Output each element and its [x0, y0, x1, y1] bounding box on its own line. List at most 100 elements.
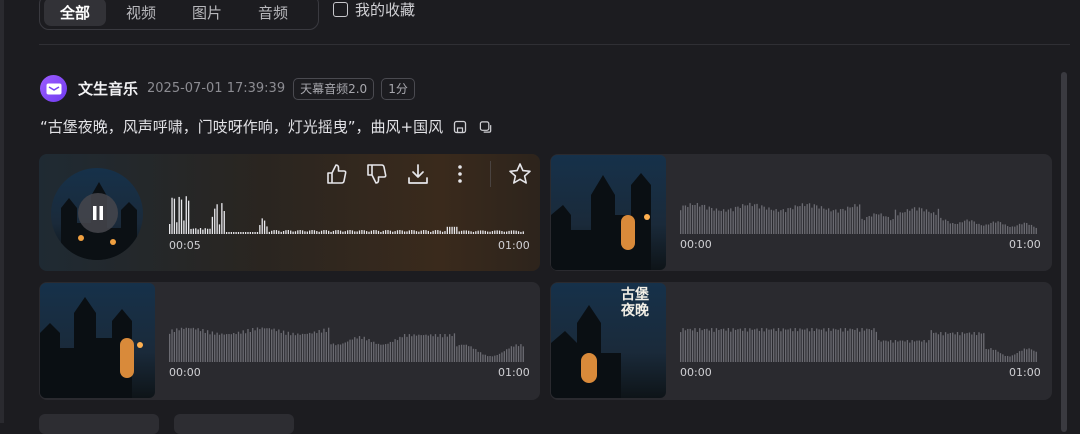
waveform-bar [275, 230, 278, 234]
waveform-bar [870, 216, 873, 234]
waveform-bar [749, 202, 751, 234]
waveform[interactable] [680, 194, 1038, 234]
waveform-bar [339, 344, 342, 362]
waveform-bar [477, 351, 479, 362]
more-icon[interactable] [448, 162, 472, 186]
copy-icon[interactable] [479, 120, 493, 134]
waveform-bar [266, 226, 268, 234]
waveform-bar [944, 219, 947, 234]
track-end-time: 01:00 [498, 239, 530, 252]
waveform-bar [684, 205, 687, 234]
waveform-bar [180, 327, 183, 362]
waveform-bar [285, 230, 287, 234]
waveform-bar [749, 328, 751, 362]
favorites-checkbox[interactable]: 我的收藏 [333, 0, 415, 20]
waveform[interactable] [169, 322, 525, 362]
waveform-bar [923, 340, 925, 362]
waveform-bar [225, 334, 228, 362]
waveform-bar [342, 231, 344, 234]
waveform-bar [273, 230, 275, 234]
download-icon[interactable] [406, 162, 430, 186]
waveform-bar [328, 230, 330, 234]
waveform-bar [173, 198, 176, 234]
waveform-bar [479, 352, 482, 362]
waveform-bar [975, 335, 978, 362]
waveform-bar [370, 230, 373, 234]
more-filter-chip[interactable] [174, 414, 294, 434]
waveform-bar [878, 340, 880, 362]
waveform-bar [389, 230, 392, 234]
thumbs-down-icon[interactable] [365, 162, 389, 186]
waveform-bar [233, 232, 235, 234]
toolbar-divider [490, 161, 491, 187]
waveform-bar [406, 336, 408, 362]
waveform-bar [904, 341, 906, 362]
waveform-bar [489, 356, 491, 362]
waveform-bar [794, 205, 796, 234]
waveform-bar [827, 208, 830, 234]
waveform-bar [415, 335, 418, 362]
waveform-bar [856, 206, 858, 234]
tab-all[interactable]: 全部 [44, 0, 107, 26]
scrollbar-thumb[interactable] [1061, 72, 1067, 432]
more-filter-chip[interactable] [39, 414, 159, 434]
waveform-bar [297, 333, 299, 362]
waveform-bar [720, 329, 722, 362]
waveform-bar [183, 328, 185, 362]
waveform-bar [701, 204, 703, 234]
waveform-bar [204, 332, 206, 362]
pause-button[interactable] [78, 193, 118, 233]
waveform-bar [520, 344, 522, 362]
waveform-bar [699, 328, 701, 362]
star-icon[interactable] [508, 162, 532, 186]
waveform-bar [403, 334, 406, 362]
waveform-bar [240, 333, 242, 362]
track-card[interactable]: 00:00 01:00 [550, 154, 1052, 271]
waveform-bar [392, 341, 394, 362]
waveform-bar [813, 331, 815, 362]
waveform-bar [892, 342, 894, 362]
waveform-bar [214, 208, 216, 234]
waveform-bar [337, 344, 339, 362]
waveform-bar [434, 230, 437, 234]
tab-image[interactable]: 图片 [176, 0, 238, 26]
waveform-bar [278, 329, 280, 362]
waveform-bar [354, 337, 356, 362]
waveform-bar [730, 331, 732, 362]
waveform-bar [494, 230, 496, 234]
waveform-bar [761, 205, 763, 234]
tab-video[interactable]: 视频 [110, 0, 172, 26]
waveform-bar [1023, 348, 1025, 362]
waveform-bar [897, 215, 899, 234]
waveform[interactable] [169, 194, 525, 234]
waveform-bar [839, 328, 842, 362]
waveform-bar [868, 329, 870, 362]
waveform-bar [282, 330, 285, 362]
waveform-bar [387, 230, 389, 234]
track-card[interactable]: 00:00 01:00 [39, 282, 540, 400]
waveform-bar [422, 230, 425, 234]
waveform-bar [722, 328, 725, 362]
waveform-bar [304, 231, 306, 234]
waveform-bar [756, 328, 758, 362]
thumbs-up-icon[interactable] [325, 162, 349, 186]
track-toolbar [325, 160, 532, 188]
checkbox-icon[interactable] [333, 2, 348, 17]
tab-audio[interactable]: 音频 [242, 0, 304, 26]
waveform-bar [921, 341, 923, 362]
waveform-bar [510, 230, 513, 234]
waveform[interactable] [680, 322, 1038, 362]
waveform-bar [259, 329, 261, 362]
waveform-bar [1026, 222, 1028, 234]
waveform-bar [773, 210, 775, 234]
track-card[interactable]: 古堡夜晚 00:00 01:00 [550, 282, 1052, 400]
save-icon[interactable] [453, 120, 467, 134]
waveform-bar [727, 328, 730, 362]
waveform-bar [785, 329, 787, 362]
waveform-bar [722, 209, 725, 234]
waveform-bar [351, 339, 354, 362]
waveform-bar [347, 230, 349, 234]
waveform-bar [361, 339, 363, 362]
waveform-bar [882, 216, 885, 234]
waveform-bar [1014, 226, 1016, 234]
